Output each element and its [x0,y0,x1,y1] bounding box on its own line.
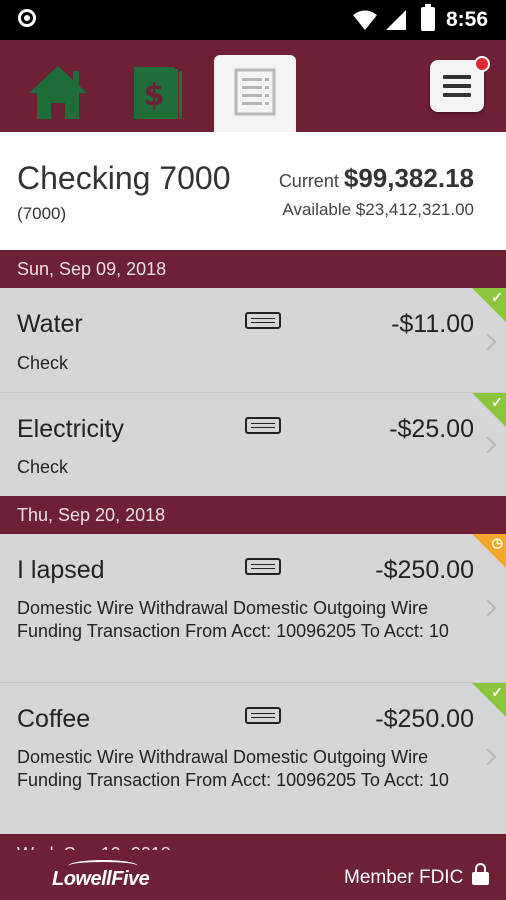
transaction-memo: Check [17,457,69,477]
footer: LowellFive Member FDIC [0,850,506,900]
dollar-bills-icon: $ [134,67,182,119]
lock-icon [472,863,489,885]
available-balance-value: $23,412,321.00 [355,200,474,219]
available-balance-label: Available [282,200,352,219]
wifi-icon [353,10,377,30]
transaction-memo: Check [17,353,69,373]
account-name: Checking 7000 [17,160,231,196]
current-balance-value: $99,382.18 [343,163,474,193]
svg-text:$: $ [144,78,165,113]
signal-icon [386,10,406,30]
fdic-notice: Member FDIC [344,867,464,888]
transaction-name: I lapsed [17,556,105,584]
transaction-row[interactable]: I lapsed -$250.00 Domestic Wire Withdraw… [0,534,506,682]
transaction-amount: -$250.00 [375,705,474,733]
current-balance: Current $99,382.18 [279,163,474,194]
chevron-right-icon [479,599,497,617]
checkmark-icon: ✓ [491,684,503,700]
transaction-name: Coffee [17,705,91,733]
status-bar: 8:56 [0,0,506,40]
screen-record-icon [18,9,36,27]
checkmark-icon: ✓ [491,289,503,305]
available-balance: Available $23,412,321.00 [282,200,474,220]
tab-accounts[interactable]: $ [116,55,198,132]
home-icon [29,66,87,119]
transaction-amount: -$25.00 [389,415,474,443]
card-icon [245,417,281,434]
tab-transactions[interactable] [214,55,296,132]
card-icon [245,707,281,724]
document-list-icon [234,68,276,116]
menu-button[interactable] [430,56,490,112]
chevron-right-icon [479,436,497,454]
card-icon [245,558,281,575]
battery-icon [421,4,435,31]
transaction-row[interactable]: Water -$11.00 Check ✓ [0,288,506,392]
transaction-amount: -$250.00 [375,556,474,584]
transaction-memo: Domestic Wire Withdrawal Domestic Outgoi… [17,747,449,790]
transaction-row[interactable]: Coffee -$250.00 Domestic Wire Withdrawal… [0,683,506,834]
transaction-name: Water [17,310,83,338]
tab-home[interactable] [17,55,99,132]
status-time: 8:56 [446,8,489,31]
current-balance-label: Current [278,171,339,191]
account-number: (7000) [17,204,67,223]
transaction-amount: -$11.00 [391,310,474,338]
top-nav: $ [0,40,506,132]
chevron-right-icon [479,748,497,766]
checkmark-icon: ✓ [491,394,503,410]
date-header: Sun, Sep 09, 2018 [0,250,506,288]
account-summary: Checking 7000 (7000) Current $99,382.18 … [0,132,506,250]
bank-logo: LowellFive [52,868,150,890]
card-icon [245,312,281,329]
clock-icon: ◷ [491,535,503,550]
transaction-name: Electricity [17,415,124,443]
notification-dot [474,56,490,72]
transaction-row[interactable]: Electricity -$25.00 Check ✓ [0,393,506,496]
chevron-right-icon [479,333,497,351]
transaction-memo: Domestic Wire Withdrawal Domestic Outgoi… [17,598,449,641]
date-header: Thu, Sep 20, 2018 [0,496,506,534]
